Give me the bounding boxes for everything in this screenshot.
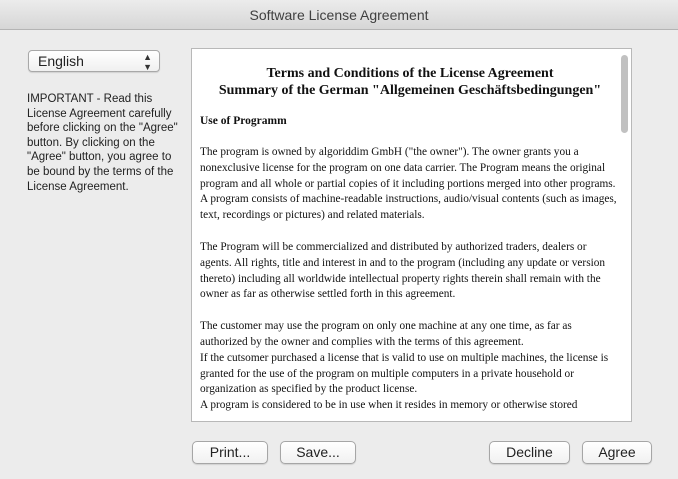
updown-chevron-icon: ▲ ▼ [143,52,152,72]
important-notice: IMPORTANT - Read this License Agreement … [27,93,178,193]
print-button[interactable]: Print... [192,441,268,464]
license-document: Terms and Conditions of the License Agre… [200,65,620,414]
paragraph-multi-license: If the cutsomer purchased a license that… [200,351,609,396]
paragraph-ownership: The program is owned by algoriddim GmbH … [200,146,617,222]
paragraph-in-use: A program is considered to be in use whe… [200,399,578,412]
paragraph-usage: The customer may use the program on only… [200,320,572,348]
section-heading: Use of Programm [200,115,287,127]
decline-button[interactable]: Decline [489,441,570,464]
document-title-line-1: Terms and Conditions of the License Agre… [266,66,554,81]
window-titlebar[interactable]: Software License Agreement [0,0,678,30]
license-text-area[interactable]: Terms and Conditions of the License Agre… [191,48,632,422]
language-select[interactable]: English ▲ ▼ [28,50,160,72]
save-button[interactable]: Save... [280,441,356,464]
paragraph-distribution: The Program will be commercialized and d… [200,240,606,301]
window-title: Software License Agreement [249,7,429,23]
document-title-line-2: Summary of the German "Allgemeinen Gesch… [218,83,602,98]
language-select-value: English [38,53,84,69]
vertical-scrollbar[interactable] [621,55,628,133]
document-title: Terms and Conditions of the License Agre… [200,65,620,99]
agree-button[interactable]: Agree [582,441,652,464]
